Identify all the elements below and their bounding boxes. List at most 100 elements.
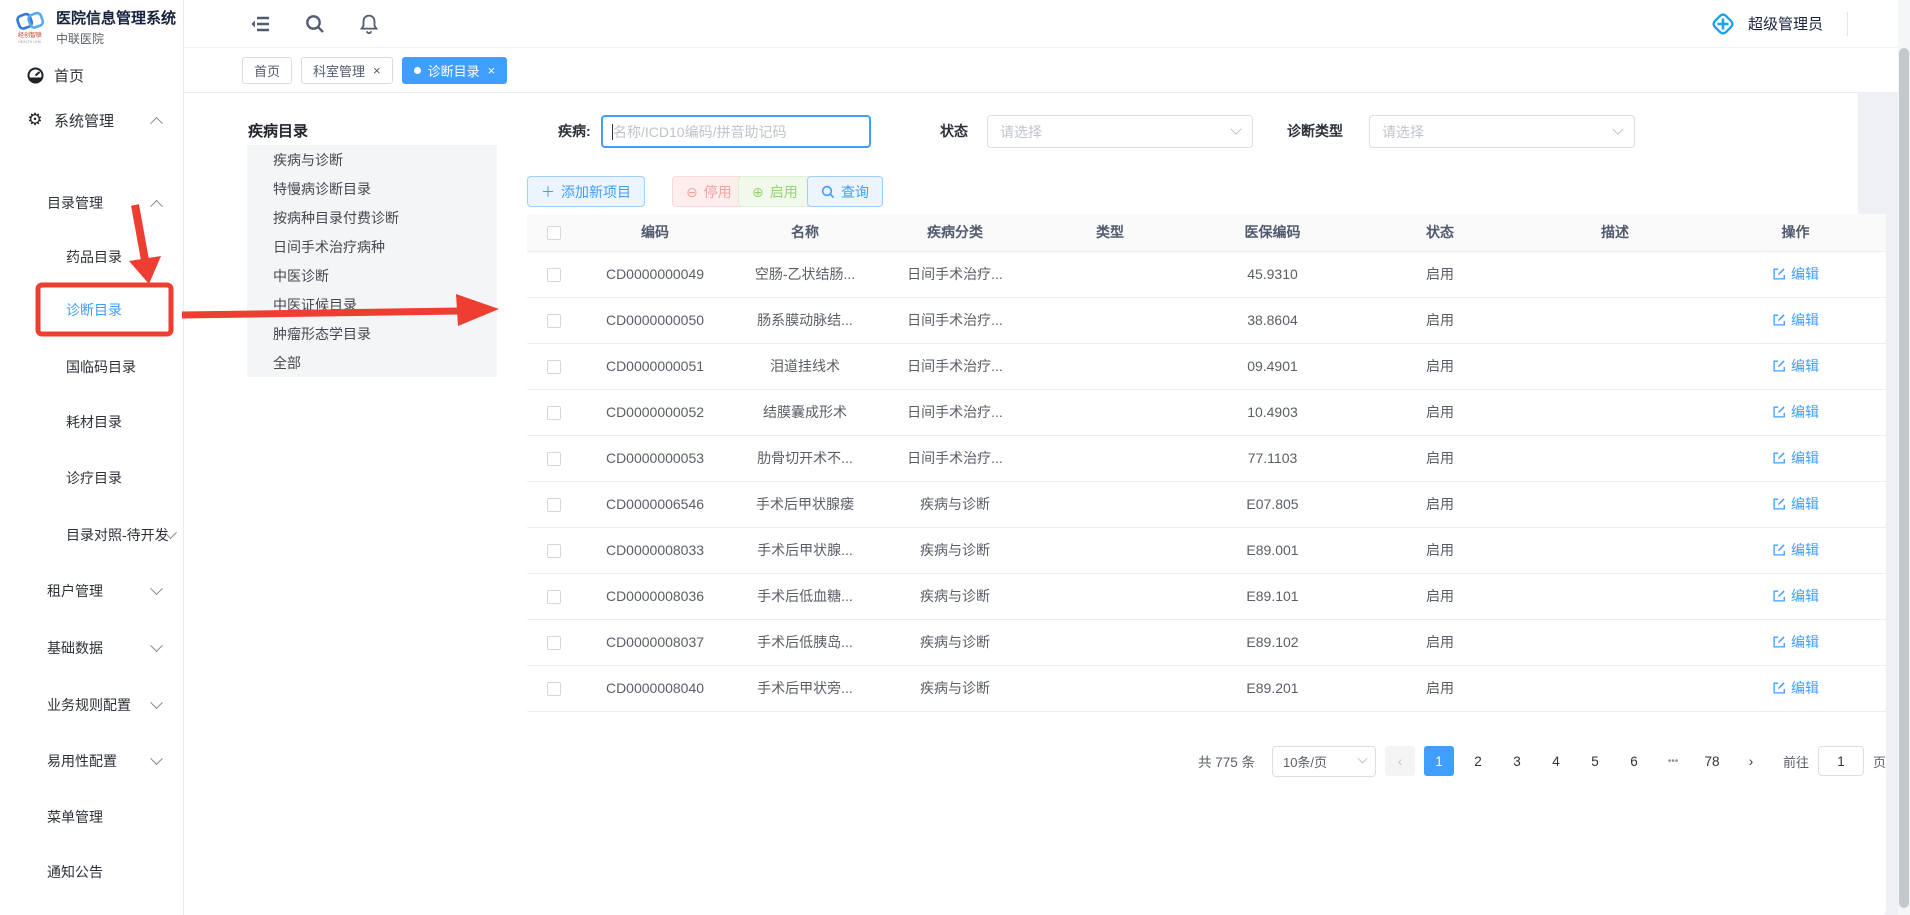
select-all-checkbox[interactable] [547, 226, 561, 240]
edit-button[interactable]: 编辑 [1772, 448, 1819, 468]
edit-button[interactable]: 编辑 [1772, 678, 1819, 698]
cell-code: CD0000000049 [580, 251, 730, 297]
col-actions: 操作 [1705, 214, 1886, 251]
sidebar-item-base-data[interactable]: 基础数据 [0, 631, 183, 665]
tree-item-day-surgery[interactable]: 日间手术治疗病种 [247, 232, 497, 261]
status-select[interactable]: 请选择 [987, 115, 1253, 148]
table-row: CD0000000053 肋骨切开术不... 日间手术治疗... 77.1103… [527, 435, 1886, 481]
close-icon[interactable]: × [488, 64, 496, 77]
row-checkbox[interactable] [547, 406, 561, 420]
sidebar-item-drug-catalog[interactable]: 药品目录 [0, 240, 183, 274]
tree-item-tcm-diagnosis[interactable]: 中医诊断 [247, 261, 497, 290]
user-box[interactable]: 超级管理员 [1708, 9, 1848, 39]
cell-status: 启用 [1355, 527, 1525, 573]
cell-description [1525, 389, 1705, 435]
sidebar-item-catalog-compare[interactable]: 目录对照-待开发 [0, 518, 183, 552]
sidebar-item-label: 目录对照-待开发 [66, 525, 169, 545]
tree-item-pay-by-disease[interactable]: 按病种目录付费诊断 [247, 203, 497, 232]
sidebar-item-usability-config[interactable]: 易用性配置 [0, 744, 183, 778]
table-row: CD0000008033 手术后甲状腺... 疾病与诊断 E89.001 启用 … [527, 527, 1886, 573]
row-checkbox[interactable] [547, 682, 561, 696]
cell-code: CD0000000052 [580, 389, 730, 435]
tab-home[interactable]: 首页 [242, 57, 292, 84]
sidebar-item-consumable-catalog[interactable]: 耗材目录 [0, 405, 183, 439]
edit-button[interactable]: 编辑 [1772, 310, 1819, 330]
edit-button[interactable]: 编辑 [1772, 264, 1819, 284]
page-size-select[interactable]: 10条/页 [1272, 746, 1376, 777]
edit-label: 编辑 [1791, 310, 1819, 330]
row-checkbox[interactable] [547, 544, 561, 558]
edit-button[interactable]: 编辑 [1772, 494, 1819, 514]
row-checkbox[interactable] [547, 636, 561, 650]
page-button-3[interactable]: 3 [1502, 746, 1532, 776]
bell-icon[interactable] [358, 13, 380, 35]
sidebar-item-system-mgmt[interactable]: ⚙ 系统管理 [0, 103, 183, 137]
edit-button[interactable]: 编辑 [1772, 586, 1819, 606]
next-page-button[interactable]: › [1736, 746, 1766, 776]
page-button-4[interactable]: 4 [1541, 746, 1571, 776]
edit-button[interactable]: 编辑 [1772, 540, 1819, 560]
sidebar-item-notice[interactable]: 通知公告 [0, 855, 183, 889]
close-icon[interactable]: × [373, 64, 381, 77]
cell-code: CD0000008033 [580, 527, 730, 573]
tab-diagnosis-catalog[interactable]: 诊断目录 × [402, 57, 508, 84]
diagnosis-type-select[interactable]: 请选择 [1369, 115, 1635, 148]
disease-search-input[interactable] [603, 117, 869, 146]
row-checkbox[interactable] [547, 498, 561, 512]
page-button-5[interactable]: 5 [1580, 746, 1610, 776]
goto-page-input[interactable] [1818, 746, 1864, 776]
edit-button[interactable]: 编辑 [1772, 402, 1819, 422]
enable-button[interactable]: ⊕ 启用 [738, 176, 812, 207]
search-icon[interactable] [304, 13, 326, 35]
sidebar-item-tenant-mgmt[interactable]: 租户管理 [0, 574, 183, 608]
dashboard-icon [26, 66, 44, 84]
disable-button[interactable]: ⊖ 停用 [672, 176, 746, 207]
more-pages-button[interactable]: ••• [1658, 746, 1688, 776]
add-item-button[interactable]: ＋ 添加新项目 [527, 176, 645, 207]
page-button-6[interactable]: 6 [1619, 746, 1649, 776]
cell-insurance-code: 77.1103 [1190, 435, 1355, 481]
sidebar-item-label: 诊断目录 [66, 300, 122, 320]
sidebar-item-treatment-catalog[interactable]: 诊疗目录 [0, 461, 183, 495]
edit-button[interactable]: 编辑 [1772, 632, 1819, 652]
cell-code: CD0000000051 [580, 343, 730, 389]
prev-page-button[interactable]: ‹ [1385, 746, 1415, 776]
sidebar: 经创智联 HEALTH LINK 医院信息管理系统 中联医院 首页 ⚙ 系统管理… [0, 0, 184, 915]
table-row: CD0000000052 结膜囊成形术 日间手术治疗... 10.4903 启用… [527, 389, 1886, 435]
sidebar-item-diagnosis-catalog[interactable]: 诊断目录 [0, 293, 183, 327]
page-button-78[interactable]: 78 [1697, 746, 1727, 776]
tree-item-tcm-syndrome[interactable]: 中医证候目录 [247, 290, 497, 319]
cell-insurance-code: 45.9310 [1190, 251, 1355, 297]
tree-item-chronic-catalog[interactable]: 特慢病诊断目录 [247, 174, 497, 203]
row-checkbox[interactable] [547, 268, 561, 282]
sidebar-item-catalog-mgmt[interactable]: 目录管理 [0, 186, 183, 220]
vertical-scrollbar[interactable] [1898, 0, 1910, 915]
row-checkbox[interactable] [547, 590, 561, 604]
page-button-2[interactable]: 2 [1463, 746, 1493, 776]
tree-item-tumor-morphology[interactable]: 肿瘤形态学目录 [247, 319, 497, 348]
cell-code: CD0000000053 [580, 435, 730, 481]
sidebar-item-home[interactable]: 首页 [0, 58, 183, 92]
page-button-1[interactable]: 1 [1424, 746, 1454, 776]
sidebar-item-label: 系统管理 [54, 110, 114, 131]
tree-item-disease-diagnosis[interactable]: 疾病与诊断 [247, 145, 497, 174]
cell-type [1030, 619, 1190, 665]
cell-name: 手术后甲状腺瘘 [730, 481, 880, 527]
row-checkbox[interactable] [547, 360, 561, 374]
row-checkbox[interactable] [547, 452, 561, 466]
tree-item-all[interactable]: 全部 [247, 348, 497, 377]
sidebar-item-menu-mgmt[interactable]: 菜单管理 [0, 800, 183, 834]
row-checkbox[interactable] [547, 314, 561, 328]
sidebar-item-business-rules[interactable]: 业务规则配置 [0, 688, 183, 722]
sidebar-item-national-code-catalog[interactable]: 国临码目录 [0, 350, 183, 384]
tab-department-mgmt[interactable]: 科室管理 × [301, 57, 393, 84]
add-item-label: 添加新项目 [561, 182, 631, 202]
scrollbar-thumb[interactable] [1899, 48, 1909, 908]
header-divider [1847, 12, 1848, 36]
table-row: CD0000008036 手术后低血糖... 疾病与诊断 E89.101 启用 … [527, 573, 1886, 619]
edit-button[interactable]: 编辑 [1772, 356, 1819, 376]
menu-fold-icon[interactable] [250, 13, 272, 35]
active-dot-icon [414, 67, 421, 74]
query-button[interactable]: 查询 [807, 176, 883, 207]
sidebar-item-label: 租户管理 [47, 581, 103, 601]
